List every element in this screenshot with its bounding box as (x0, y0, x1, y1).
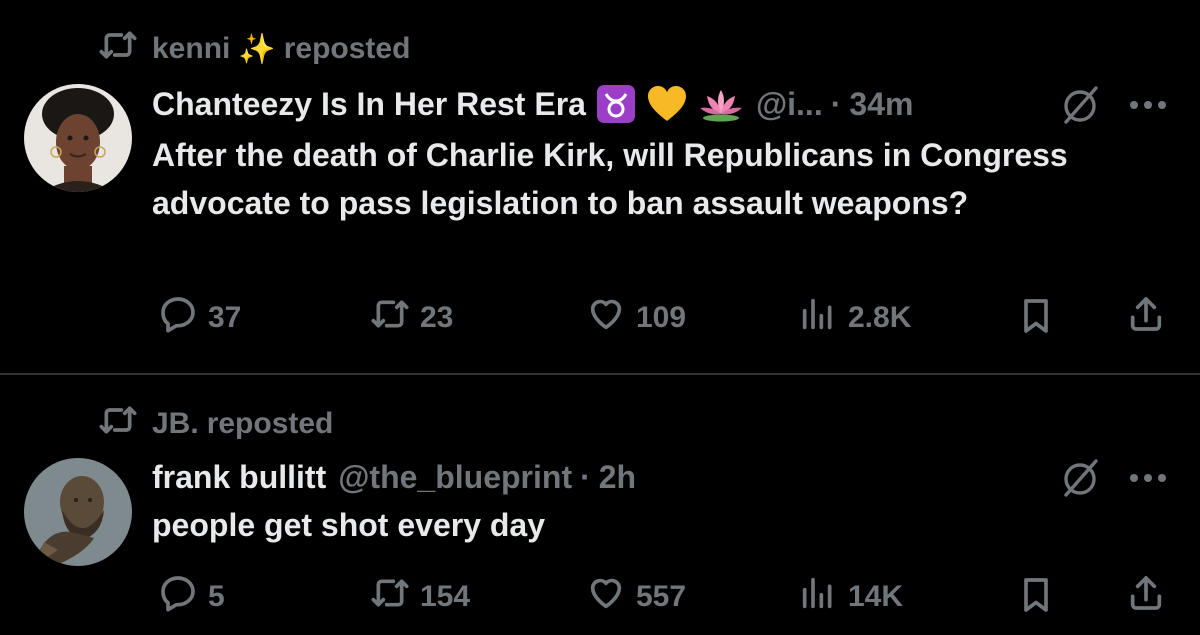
taurus-emoji (596, 84, 636, 124)
bookmark-icon (1016, 578, 1056, 619)
like-count: 109 (636, 301, 687, 334)
share-button[interactable] (1126, 573, 1166, 618)
reply-count: 37 (208, 301, 242, 334)
author-handle[interactable]: @i... (756, 86, 823, 123)
like-icon (586, 294, 626, 342)
repost-icon (370, 294, 410, 342)
repost-button[interactable]: 23 (370, 294, 453, 342)
more-icon[interactable] (1128, 471, 1168, 483)
avatar[interactable] (24, 84, 132, 192)
more-icon[interactable] (1128, 98, 1168, 110)
like-button[interactable]: 109 (586, 294, 686, 342)
post-time[interactable]: 2h (599, 459, 636, 496)
separator-dot: · (830, 85, 842, 122)
separator-dot: · (580, 458, 591, 495)
post-time[interactable]: 34m (849, 86, 913, 123)
grok-icon[interactable] (1058, 84, 1102, 128)
like-button[interactable]: 557 (586, 573, 686, 621)
repost-context-icon (98, 30, 138, 68)
yellow-heart-emoji (646, 84, 688, 124)
repost-icon (370, 573, 410, 621)
views-count: 14K (848, 580, 904, 613)
author-name[interactable]: Chanteezy Is In Her Rest Era (152, 86, 586, 123)
bookmark-button[interactable] (1016, 296, 1056, 341)
bookmark-icon (1016, 299, 1056, 340)
post-1[interactable]: kenni ✨ reposted Chanteezy Is In Her Res… (0, 0, 1200, 373)
reposter-name[interactable]: JB. (152, 407, 199, 441)
post-2[interactable]: JB. reposted frank bullitt @the_blueprin… (0, 375, 1200, 635)
post-text: people get shot every day (152, 507, 546, 543)
repost-count: 154 (420, 580, 471, 613)
like-icon (586, 573, 626, 621)
author-name[interactable]: frank bullitt (152, 459, 326, 496)
reply-icon (158, 294, 198, 342)
repost-context[interactable]: JB. reposted (98, 405, 333, 443)
sparkles-emoji: ✨ (238, 32, 276, 66)
views-button[interactable]: 2.8K (798, 294, 911, 342)
reposted-label: reposted (283, 32, 411, 65)
author-handle[interactable]: @the_blueprint (338, 459, 572, 496)
like-count: 557 (636, 580, 687, 613)
post-header: Chanteezy Is In Her Rest Era @i... · 34m (152, 80, 913, 128)
repost-context-icon (98, 405, 138, 443)
views-icon (798, 573, 838, 621)
bookmark-button[interactable] (1016, 575, 1056, 620)
reply-icon (158, 573, 198, 621)
reply-button[interactable]: 37 (158, 294, 241, 342)
repost-context[interactable]: kenni ✨ reposted (98, 30, 410, 68)
reply-count: 5 (208, 580, 225, 613)
share-icon (1126, 297, 1166, 338)
repost-count: 23 (420, 301, 454, 334)
lotus-emoji (698, 84, 744, 124)
repost-button[interactable]: 154 (370, 573, 470, 621)
views-count: 2.8K (848, 301, 912, 334)
avatar[interactable] (24, 458, 132, 566)
views-icon (798, 294, 838, 342)
post-header: frank bullitt @the_blueprint · 2h (152, 453, 636, 501)
reposter-name[interactable]: kenni (152, 32, 230, 66)
share-icon (1126, 576, 1166, 617)
views-button[interactable]: 14K (798, 573, 903, 621)
reply-button[interactable]: 5 (158, 573, 225, 621)
share-button[interactable] (1126, 294, 1166, 339)
post-text: After the death of Charlie Kirk, will Re… (152, 137, 1068, 221)
grok-icon[interactable] (1058, 457, 1102, 501)
reposted-label: reposted (206, 407, 334, 440)
